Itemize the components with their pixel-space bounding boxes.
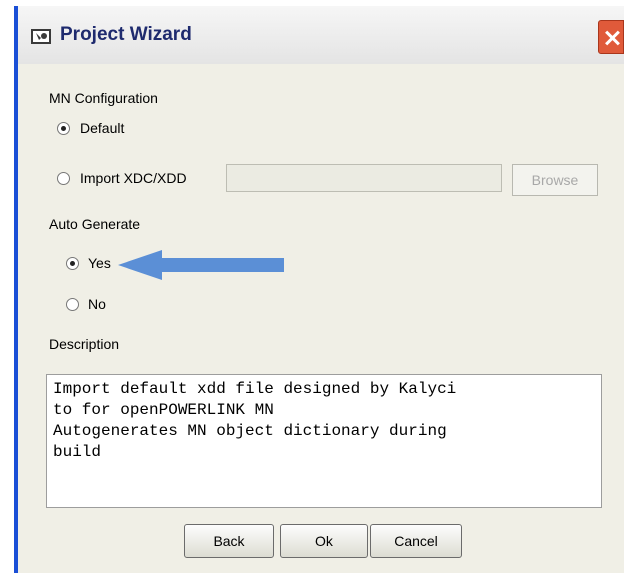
xdc-path-field[interactable] [226,164,502,192]
title-bar[interactable]: Project Wizard [18,6,624,64]
wizard-app-icon [31,29,51,44]
radio-default-label: Default [80,120,125,136]
description-label: Description [49,336,120,352]
ok-button[interactable]: Ok [280,524,368,558]
cancel-button[interactable]: Cancel [370,524,462,558]
radio-import-xdc-label: Import XDC/XDD [80,170,187,186]
close-icon[interactable] [598,20,624,54]
description-text: Import default xdd file designed by Kaly… [46,374,602,508]
radio-no-label: No [88,296,106,312]
browse-button[interactable]: Browse [512,164,598,196]
mn-configuration-label: MN Configuration [49,90,158,106]
window-title: Project Wizard [60,24,192,45]
arrow-pointing-icon [118,250,284,280]
radio-yes[interactable] [66,257,79,270]
back-button[interactable]: Back [184,524,274,558]
radio-no[interactable] [66,298,79,311]
radio-import-xdc[interactable] [57,172,70,185]
auto-generate-label: Auto Generate [49,216,141,232]
radio-default[interactable] [57,122,70,135]
project-wizard-window: Project Wizard MN Configuration Default … [14,6,624,573]
radio-yes-label: Yes [88,255,111,271]
